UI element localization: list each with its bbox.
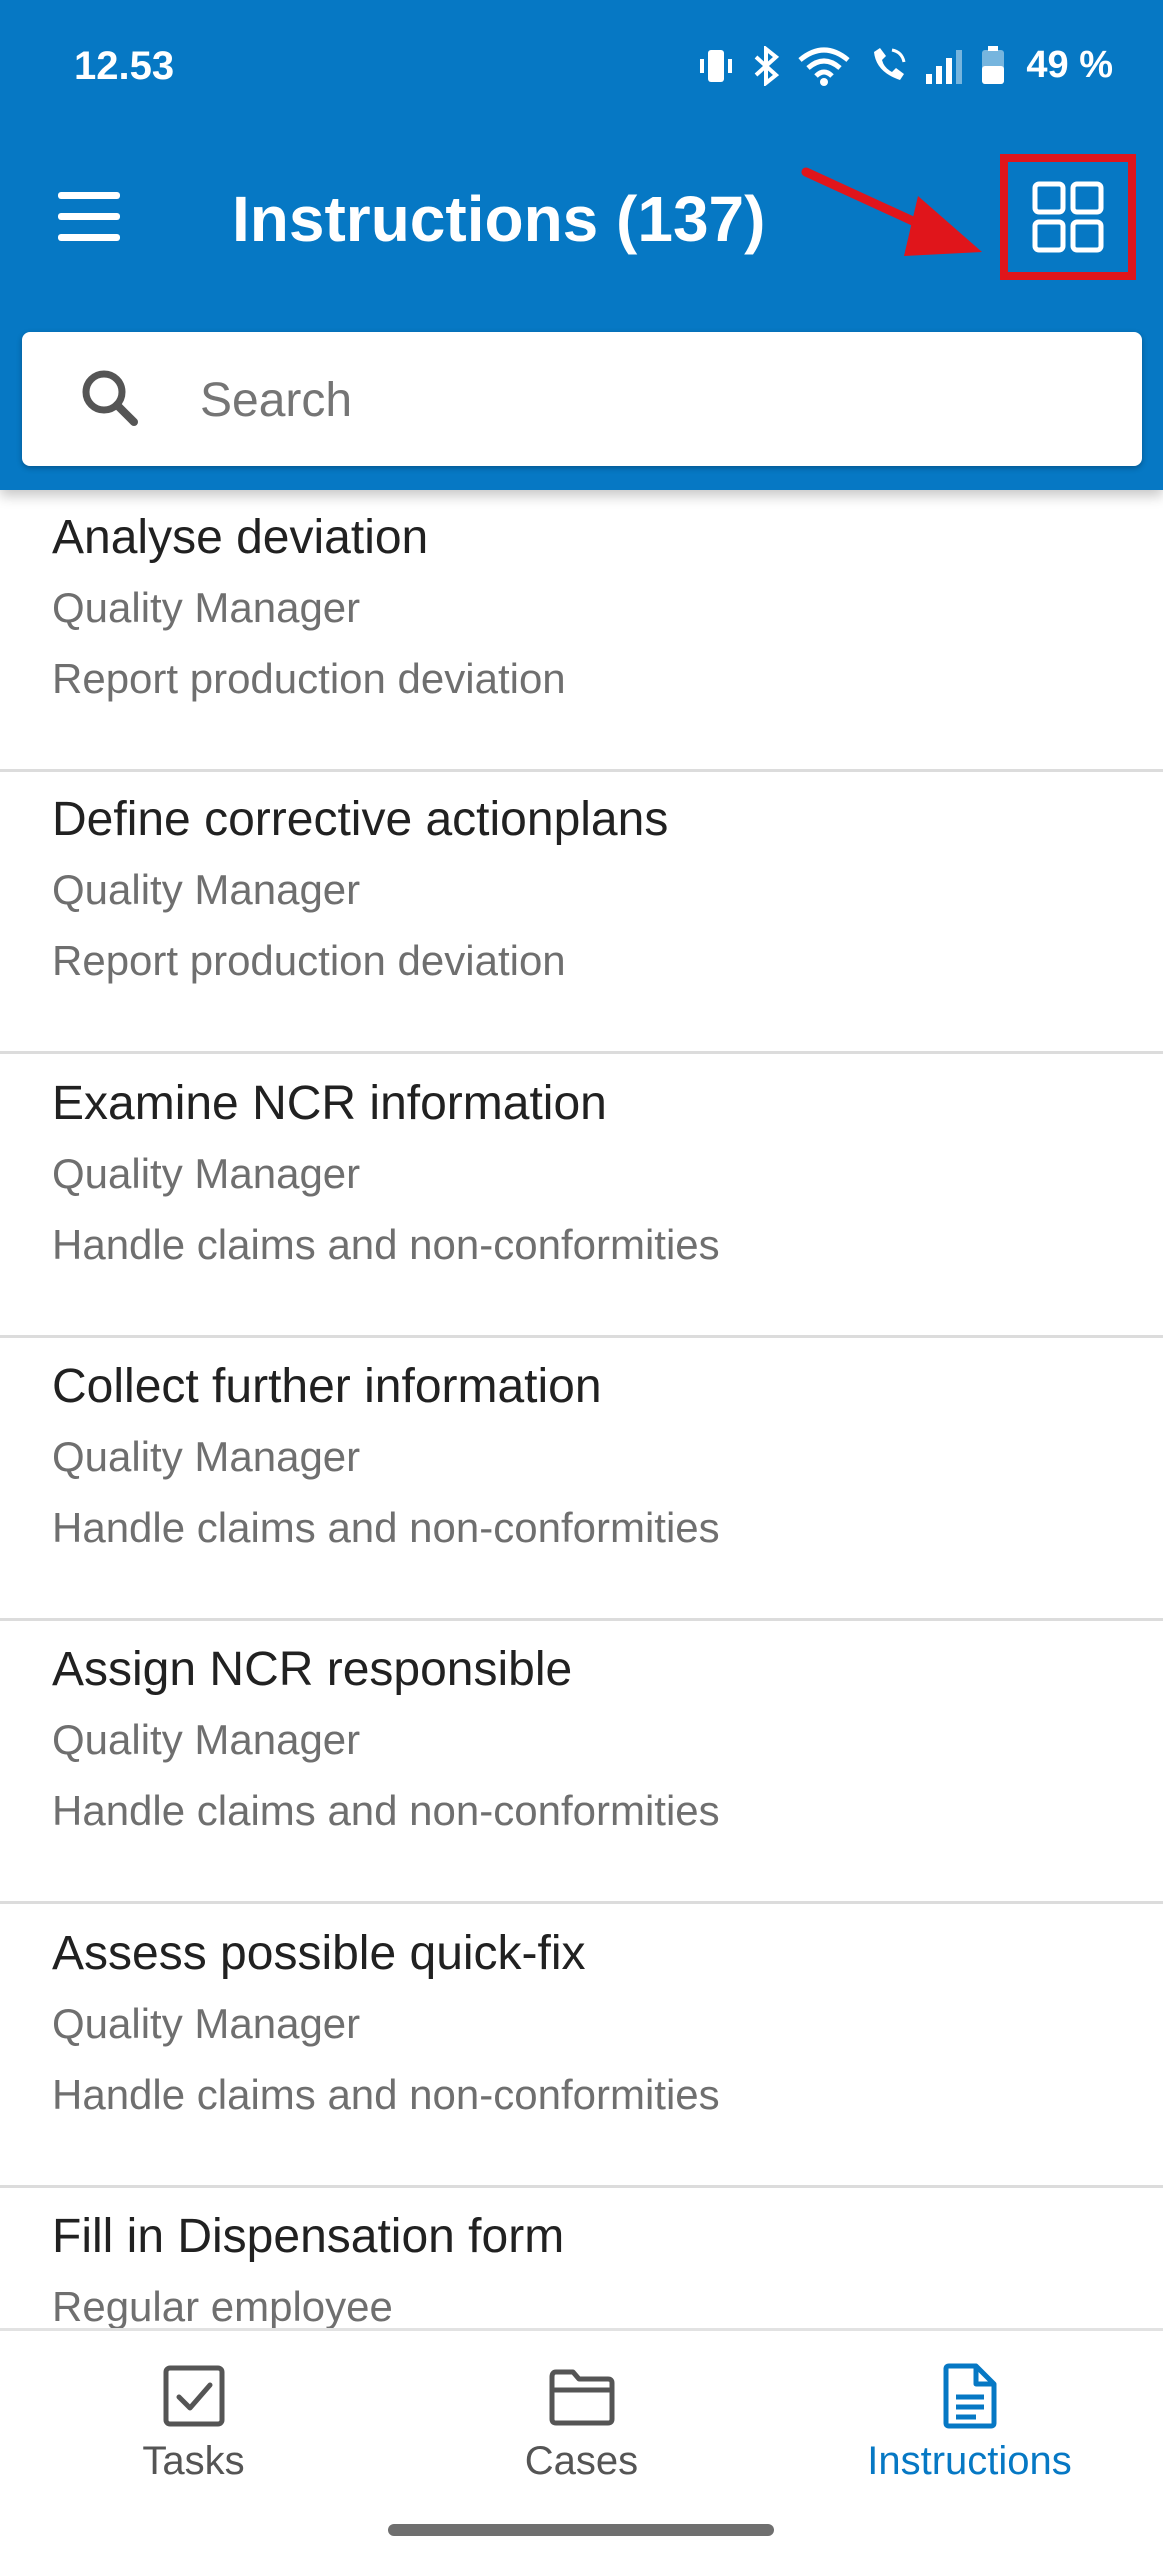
list-item-analyse-deviation[interactable]: Analyse deviation Quality Manager Report… (0, 490, 1163, 772)
status-time: 12.53 (74, 44, 175, 88)
instruction-role: Regular employee (52, 2283, 393, 2328)
home-indicator[interactable] (388, 2524, 774, 2536)
hamburger-menu-icon (58, 192, 120, 199)
instruction-title: Analyse deviation (52, 511, 429, 564)
instruction-title: Examine NCR information (52, 1077, 607, 1130)
instruction-role: Quality Manager (52, 1716, 361, 1763)
grid-view-icon (1032, 181, 1104, 253)
nav-tab-instructions[interactable]: Instructions (776, 2363, 1163, 2503)
instruction-title: Collect further information (52, 1360, 602, 1413)
grid-view-button[interactable] (1000, 154, 1136, 280)
instruction-role: Quality Manager (52, 584, 361, 631)
document-icon (943, 2363, 996, 2429)
list-item-assess-possible-quick-fix[interactable]: Assess possible quick-fix Quality Manage… (0, 1906, 1163, 2188)
bluetooth-icon (755, 45, 780, 86)
page-title: Instructions (137) (232, 183, 766, 255)
instruction-title: Define corrective actionplans (52, 793, 669, 846)
menu-button[interactable] (50, 192, 130, 254)
status-icons: 49 % (696, 44, 1113, 87)
status-bar: 12.53 49 % (0, 0, 1163, 140)
instruction-process: Handle claims and non-conformities (52, 1221, 720, 1268)
instruction-title: Fill in Dispensation form (52, 2210, 565, 2263)
instruction-title: Assess possible quick-fix (52, 1927, 586, 1980)
instruction-process: Report production deviation (52, 655, 566, 702)
wifi-icon (798, 47, 850, 86)
battery-icon (982, 45, 1005, 84)
list-item-collect-further-information[interactable]: Collect further information Quality Mana… (0, 1339, 1163, 1621)
nav-label-cases: Cases (524, 2439, 639, 2483)
list-item-define-corrective-actionplans[interactable]: Define corrective actionplans Quality Ma… (0, 772, 1163, 1054)
instruction-process: Handle claims and non-conformities (52, 1504, 720, 1551)
annotation-arrow-icon (801, 167, 982, 256)
search-bar (22, 332, 1142, 466)
nav-tab-tasks[interactable]: Tasks (0, 2363, 387, 2503)
vibrate-icon (700, 49, 733, 82)
list-item-assign-ncr-responsible[interactable]: Assign NCR responsible Quality Manager H… (0, 1622, 1163, 1904)
search-icon (82, 370, 138, 426)
search-input[interactable] (198, 362, 1102, 438)
top-app-bar-container: 12.53 49 % Instructions (137) Search (0, 0, 1163, 490)
nav-label-tasks: Tasks (142, 2439, 245, 2483)
nav-tab-cases[interactable]: Cases (388, 2363, 775, 2503)
instruction-process: Handle claims and non-conformities (52, 2071, 720, 2118)
nav-label-instructions: Instructions (867, 2439, 1072, 2483)
instructions-list: Analyse deviation Quality Manager Report… (0, 490, 1163, 2328)
list-item-examine-ncr-information[interactable]: Examine NCR information Quality Manager … (0, 1056, 1163, 1338)
instruction-process: Handle claims and non-conformities (52, 1787, 720, 1834)
signal-icon (926, 49, 963, 84)
battery-percentage: 49 % (1026, 44, 1113, 86)
instruction-role: Quality Manager (52, 866, 361, 913)
checkbox-icon (163, 2365, 224, 2427)
folder-icon (549, 2369, 614, 2426)
instruction-role: Quality Manager (52, 2000, 361, 2047)
instruction-process: Report production deviation (52, 937, 566, 984)
wifi-calling-icon (874, 47, 906, 80)
app-bar: Instructions (137) (0, 140, 1163, 300)
list-item-fill-in-dispensation-form[interactable]: Fill in Dispensation form Regular employ… (0, 2189, 1163, 2328)
instruction-role: Quality Manager (52, 1150, 361, 1197)
instruction-role: Quality Manager (52, 1433, 361, 1480)
instruction-title: Assign NCR responsible (52, 1643, 573, 1696)
